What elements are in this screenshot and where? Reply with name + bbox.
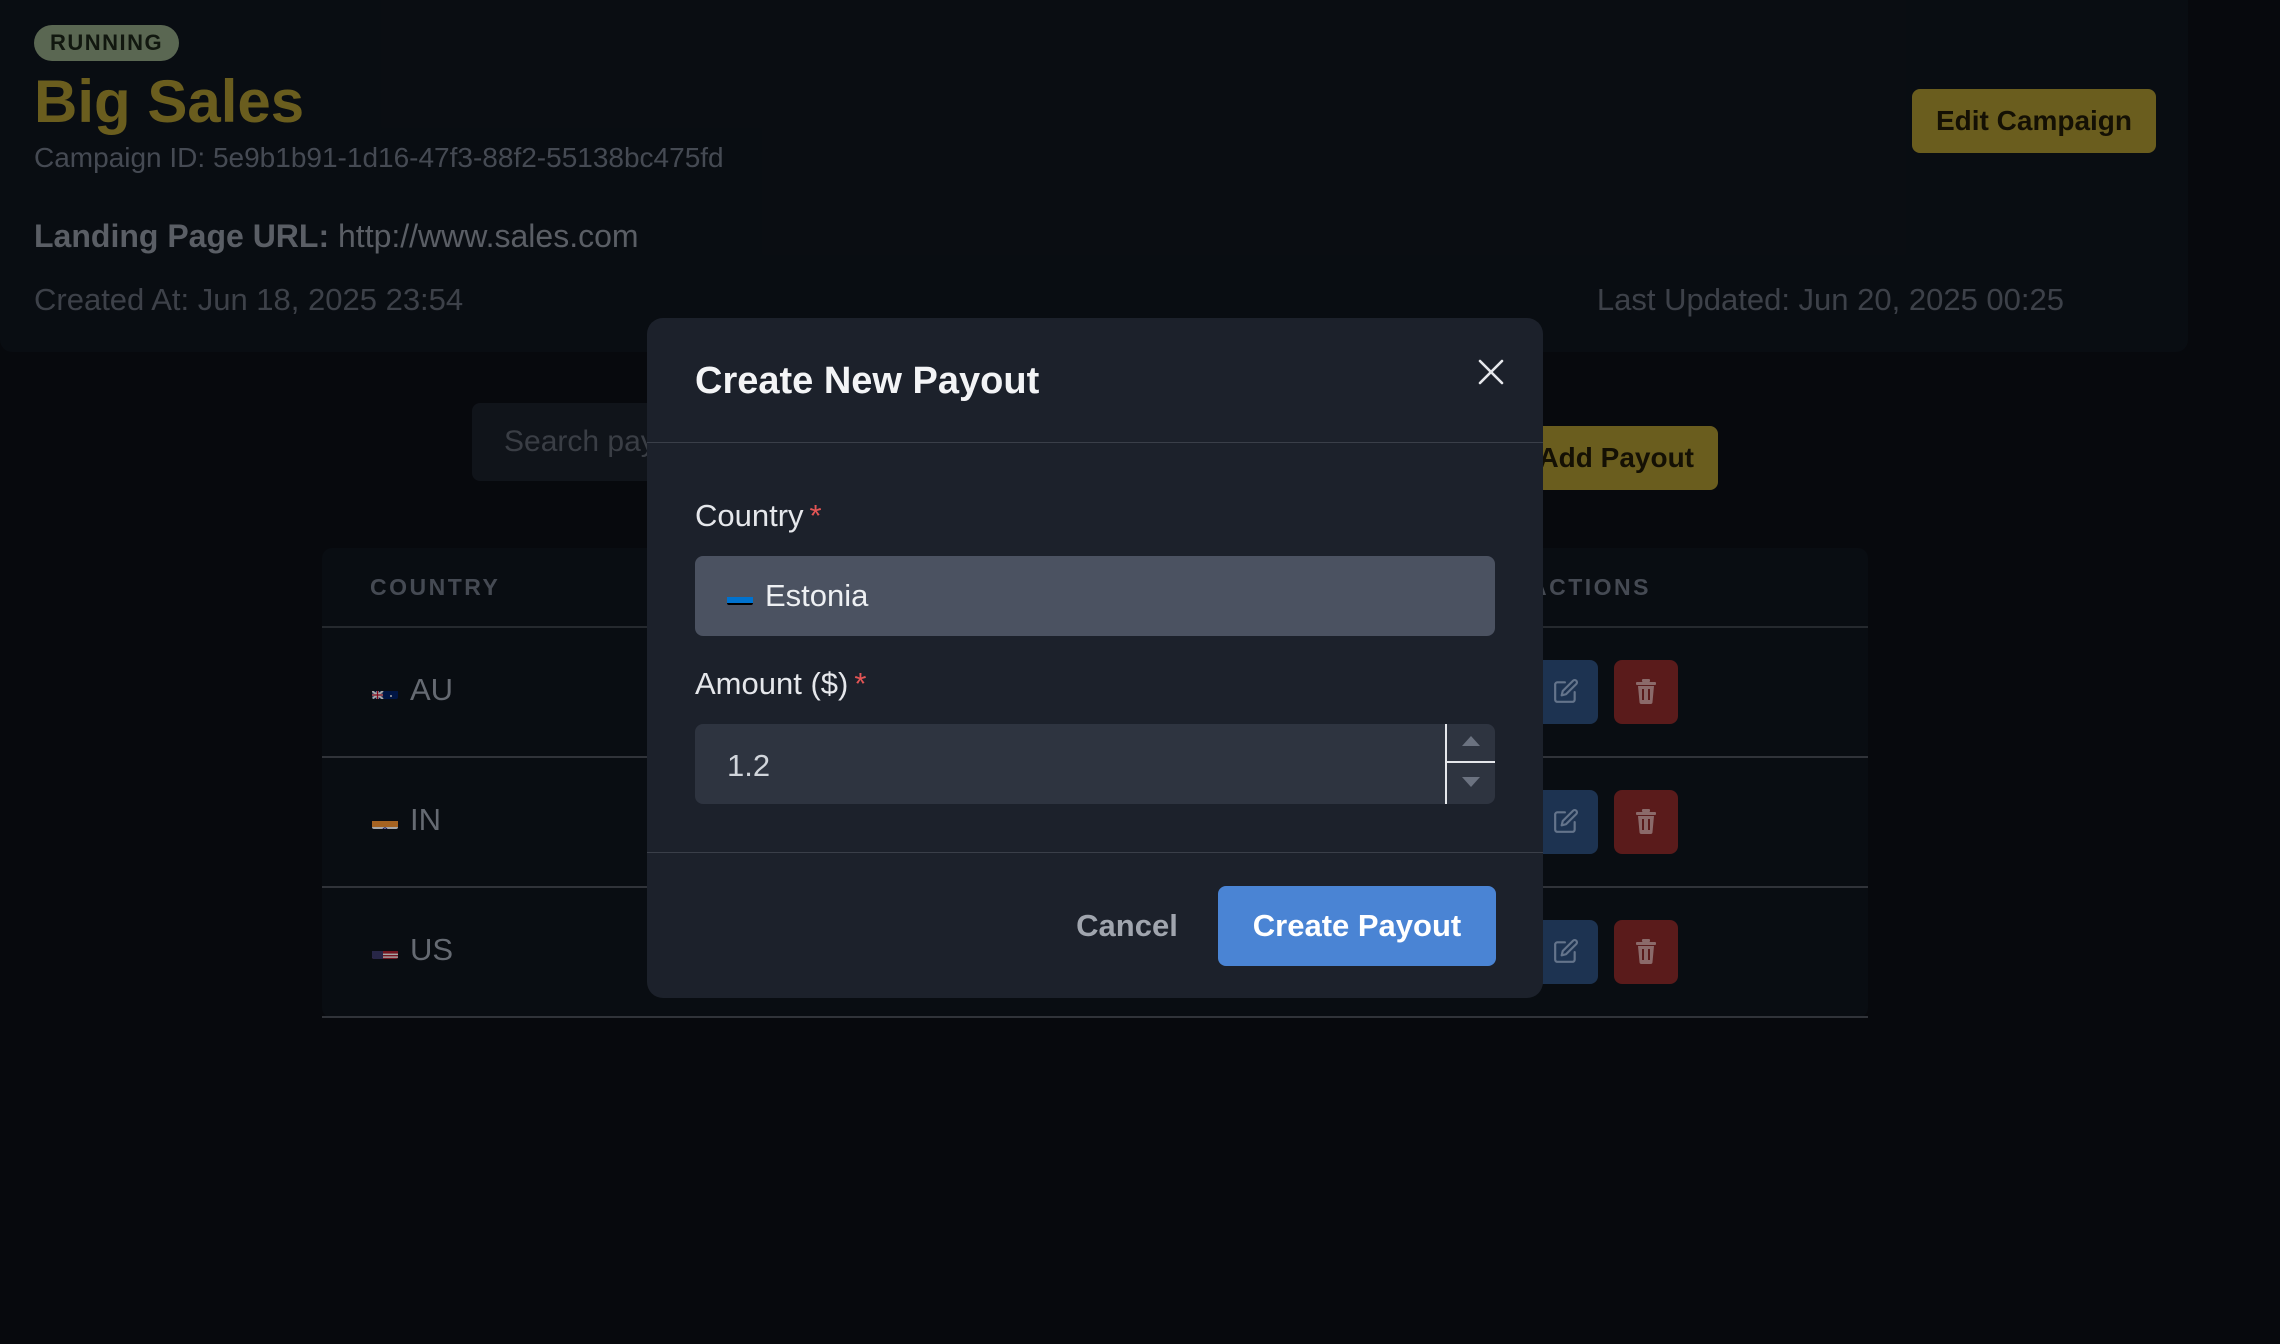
- amount-field-label: Amount ($) *: [695, 666, 866, 702]
- amount-input[interactable]: 1.2: [695, 724, 1495, 804]
- increment-button[interactable]: [1447, 724, 1495, 763]
- amount-stepper[interactable]: [1445, 724, 1495, 804]
- required-marker: *: [854, 666, 867, 701]
- caret-down-icon: [1461, 775, 1481, 793]
- amount-label-text: Amount ($): [695, 666, 849, 701]
- modal-divider: [647, 442, 1543, 443]
- required-marker: *: [809, 498, 822, 533]
- ee-flag-icon: [727, 587, 753, 605]
- create-payout-modal: Create New Payout Country * Estonia Amoun…: [647, 318, 1543, 998]
- country-label-text: Country: [695, 498, 804, 533]
- country-field-label: Country *: [695, 498, 822, 534]
- cancel-button[interactable]: Cancel: [1027, 886, 1227, 966]
- close-button[interactable]: [1467, 350, 1515, 398]
- amount-input-value: 1.2: [727, 748, 771, 783]
- modal-title: Create New Payout: [695, 360, 1040, 402]
- close-icon: [1477, 358, 1505, 391]
- country-select-value: Estonia: [765, 578, 869, 613]
- modal-divider: [647, 852, 1543, 853]
- country-select[interactable]: Estonia: [695, 556, 1495, 636]
- decrement-button[interactable]: [1447, 764, 1495, 803]
- create-payout-button[interactable]: Create Payout: [1218, 886, 1496, 966]
- caret-up-icon: [1461, 734, 1481, 752]
- campaign-page: RUNNING Big Sales Campaign ID: 5e9b1b91-…: [0, 0, 2280, 1344]
